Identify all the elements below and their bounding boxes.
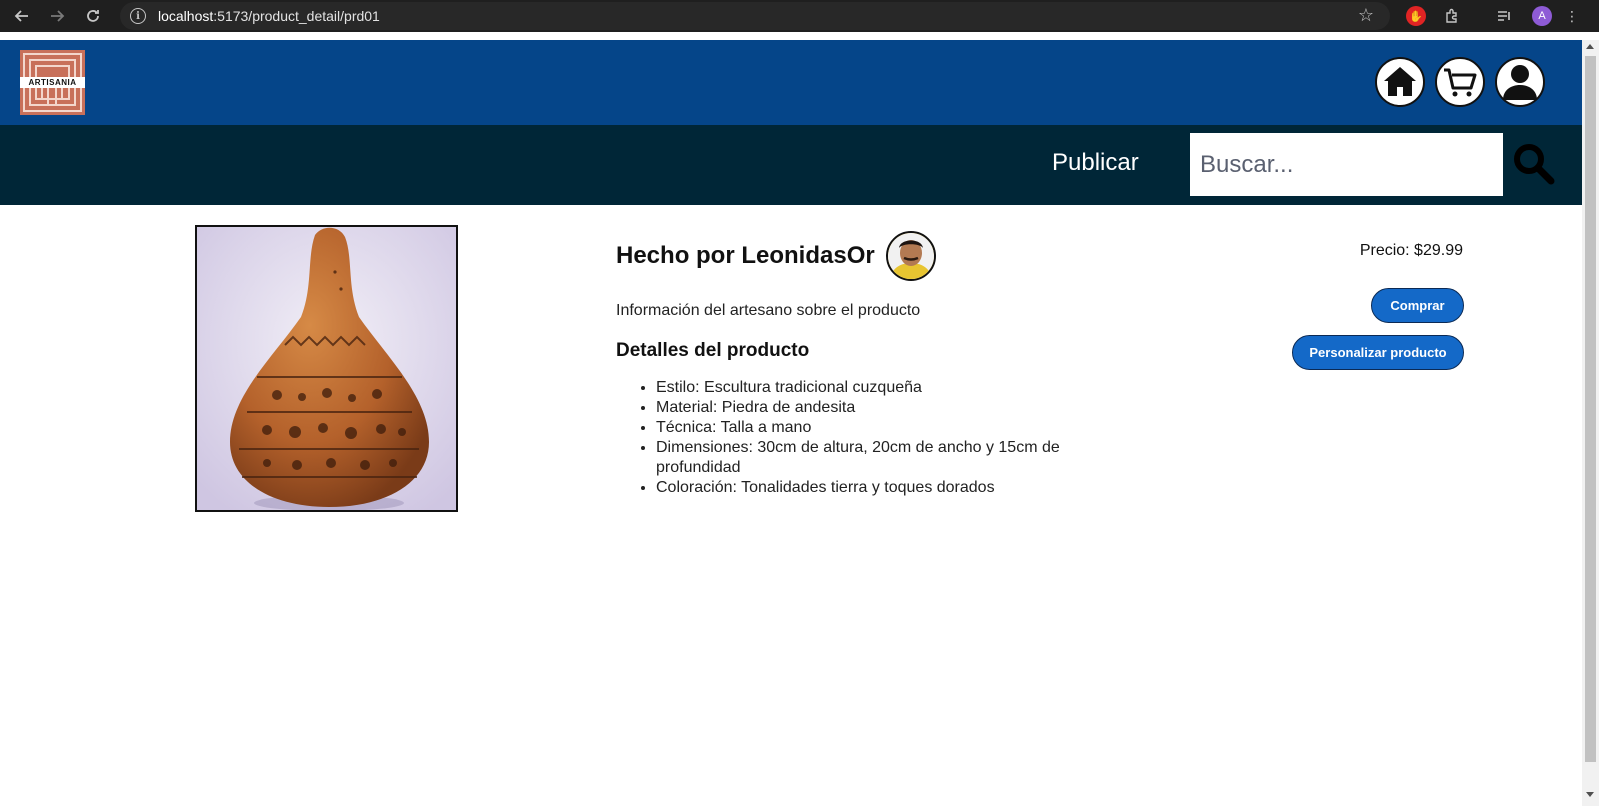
maker-title: Hecho por LeonidasOr xyxy=(616,242,875,269)
logo-text: ARTISANIA xyxy=(20,77,85,88)
search-icon[interactable] xyxy=(1510,141,1556,187)
list-item: Material: Piedra de andesita xyxy=(656,398,1116,418)
forward-arrow-icon[interactable] xyxy=(45,4,69,28)
extensions-puzzle-icon[interactable] xyxy=(1442,6,1462,26)
scroll-thumb[interactable] xyxy=(1585,56,1596,762)
extension-hand-icon[interactable]: ✋ xyxy=(1406,6,1426,26)
site-header: ARTISANIA xyxy=(0,40,1582,125)
page-scrollbar[interactable] xyxy=(1582,40,1599,806)
nav-bar: Publicar xyxy=(0,125,1582,205)
maker-avatar[interactable] xyxy=(885,231,936,281)
user-icon[interactable] xyxy=(1495,57,1545,107)
artisania-logo[interactable]: ARTISANIA xyxy=(20,50,85,115)
scroll-up-icon[interactable] xyxy=(1586,44,1594,49)
list-item: Coloración: Tonalidades tierra y toques … xyxy=(656,478,1116,498)
artisan-info-text: Información del artesano sobre el produc… xyxy=(616,302,921,319)
cart-icon[interactable] xyxy=(1435,57,1485,107)
list-item: Técnica: Talla a mano xyxy=(656,418,1116,438)
home-icon[interactable] xyxy=(1375,57,1425,107)
bookmark-star-icon[interactable]: ☆ xyxy=(1358,5,1374,26)
search-input[interactable] xyxy=(1190,133,1503,196)
details-title: Detalles del producto xyxy=(616,340,810,361)
url-text: localhost:5173/product_detail/prd01 xyxy=(158,8,380,24)
scroll-down-icon[interactable] xyxy=(1586,792,1594,797)
list-item: Estilo: Escultura tradicional cuzqueña xyxy=(656,378,1116,398)
product-price: Precio: $29.99 xyxy=(1359,242,1463,259)
buy-button[interactable]: Comprar xyxy=(1371,288,1464,323)
profile-avatar[interactable]: A xyxy=(1532,6,1552,26)
customize-product-button[interactable]: Personalizar producto xyxy=(1292,335,1464,370)
product-info: Hecho por LeonidasOr Información del art… xyxy=(616,230,1116,498)
publish-link[interactable]: Publicar xyxy=(1052,149,1139,177)
menu-dots-icon[interactable]: ⋮ xyxy=(1562,6,1582,26)
site-info-icon[interactable]: i xyxy=(130,8,146,24)
maker-row: Hecho por LeonidasOr xyxy=(616,230,1116,282)
details-list: Estilo: Escultura tradicional cuzqueña M… xyxy=(616,378,1116,498)
product-image xyxy=(195,225,458,512)
back-arrow-icon[interactable] xyxy=(10,4,34,28)
reload-icon[interactable] xyxy=(81,4,105,28)
browser-toolbar: i localhost:5173/product_detail/prd01 ☆ … xyxy=(0,0,1599,32)
reading-list-icon[interactable] xyxy=(1494,6,1514,26)
address-bar[interactable]: i localhost:5173/product_detail/prd01 ☆ xyxy=(120,2,1390,30)
list-item: Dimensiones: 30cm de altura, 20cm de anc… xyxy=(656,438,1116,478)
